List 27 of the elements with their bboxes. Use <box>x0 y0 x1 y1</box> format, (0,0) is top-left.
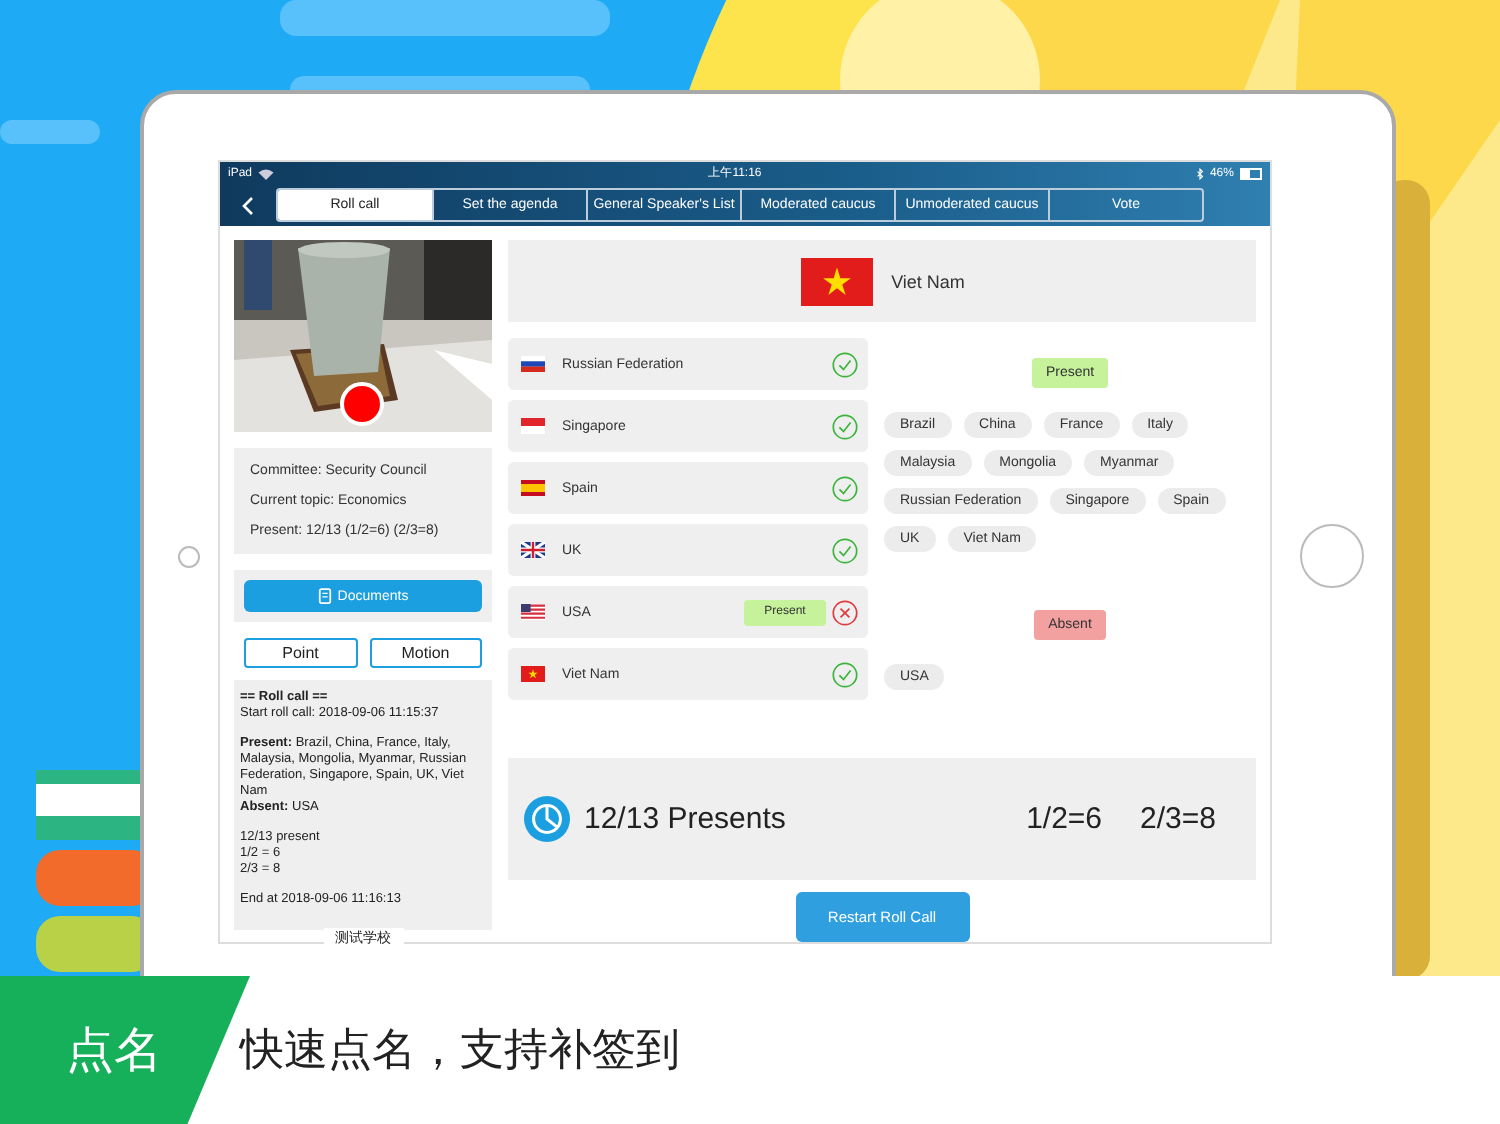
flag-icon <box>520 604 546 620</box>
flag-icon <box>520 542 546 558</box>
current-country-name: Viet Nam <box>891 271 965 291</box>
flag-icon <box>799 257 874 305</box>
check-icon[interactable] <box>832 475 858 501</box>
check-icon[interactable] <box>832 661 858 687</box>
majority-value: 1/2=6 <box>1026 802 1103 836</box>
flag-icon <box>520 418 546 434</box>
action-button[interactable]: Motion <box>369 638 482 668</box>
majority-value: 2/3=8 <box>1140 802 1216 836</box>
flag-icon <box>520 666 546 682</box>
flag-icon <box>520 356 546 372</box>
bluetooth-icon <box>1195 167 1204 179</box>
camera-icon <box>178 546 200 568</box>
home-button[interactable] <box>1300 524 1364 588</box>
check-icon[interactable] <box>832 413 858 439</box>
document-icon <box>317 588 332 604</box>
wifi-icon <box>258 167 275 179</box>
flag-icon <box>520 480 546 496</box>
check-icon[interactable] <box>832 351 858 377</box>
check-icon[interactable] <box>832 537 858 563</box>
back-icon[interactable] <box>242 195 254 215</box>
battery-icon <box>1239 167 1262 179</box>
action-button[interactable]: Point <box>244 638 357 668</box>
cloud-drawing <box>0 120 100 144</box>
presents-count: 12/13 Presents <box>584 802 786 836</box>
cross-icon[interactable] <box>832 599 858 625</box>
